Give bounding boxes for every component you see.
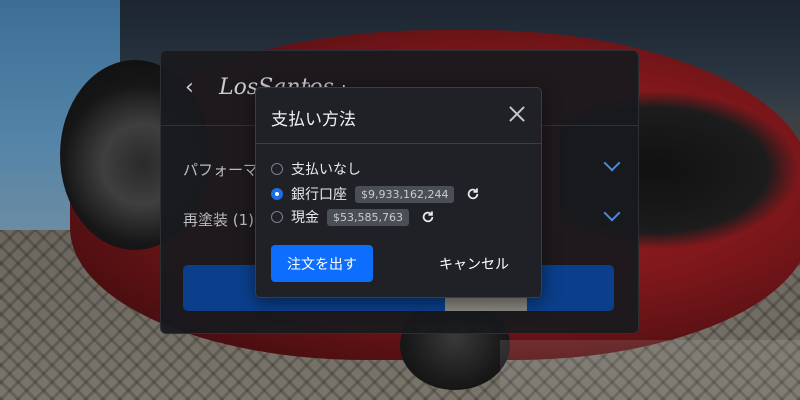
chevron-left-icon[interactable]: ‹ <box>185 75 194 100</box>
refresh-icon[interactable] <box>421 210 435 224</box>
chevron-down-icon[interactable] <box>603 154 621 172</box>
place-order-button[interactable]: 注文を出す <box>271 245 373 282</box>
modal-header: 支払い方法 <box>256 88 541 144</box>
option-label: 支払いなし <box>291 162 361 178</box>
balance-badge: $9,933,162,244 <box>355 185 455 203</box>
payment-option-cash[interactable]: 現金 $53,585,763 <box>271 207 435 227</box>
payment-option-none[interactable]: 支払いなし <box>271 159 369 179</box>
close-icon[interactable] <box>507 104 527 124</box>
refresh-icon[interactable] <box>466 187 480 201</box>
chevron-down-icon[interactable] <box>603 204 621 222</box>
payment-option-bank[interactable]: 銀行口座 $9,933,162,244 <box>271 184 480 204</box>
radio-button[interactable] <box>271 163 283 175</box>
payment-method-modal: 支払い方法 支払いなし 銀行口座 $9,933,162,244 現金 $53,5… <box>255 87 542 298</box>
cancel-button[interactable]: キャンセル <box>424 245 524 282</box>
modal-title: 支払い方法 <box>271 110 356 130</box>
repaint-row-label[interactable]: 再塗装 (1) <box>183 209 254 230</box>
radio-button[interactable] <box>271 211 283 223</box>
floor-light <box>500 340 800 400</box>
radio-button-selected[interactable] <box>271 188 283 200</box>
balance-badge: $53,585,763 <box>327 208 409 226</box>
option-label: 銀行口座 <box>291 187 347 203</box>
option-label: 現金 <box>291 210 319 226</box>
